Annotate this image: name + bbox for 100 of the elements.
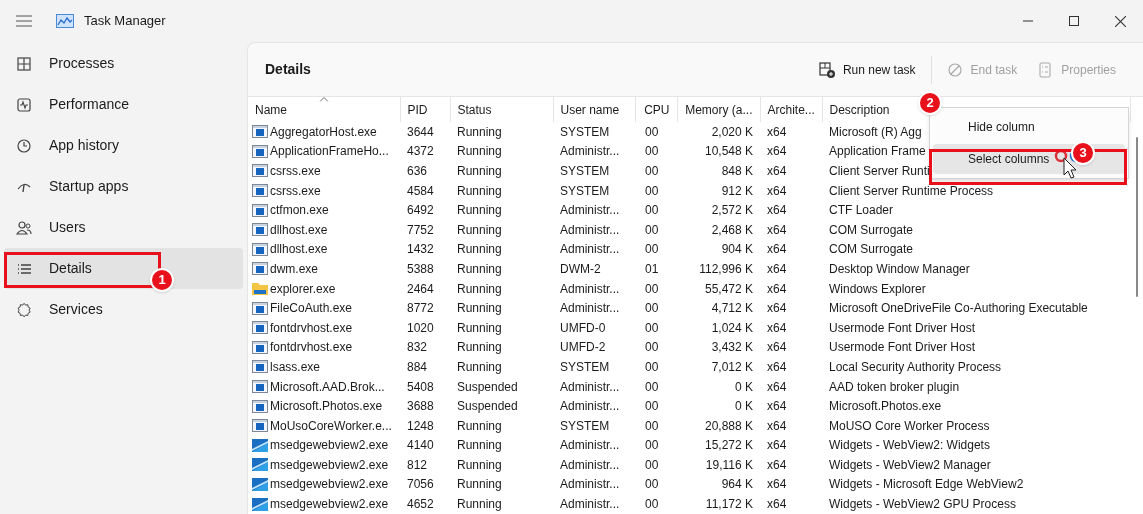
sidebar-item[interactable]: Users: [4, 207, 243, 248]
table-cell: 832: [407, 340, 428, 355]
process-name: explorer.exe: [270, 280, 336, 298]
column-header[interactable]: Memory (a...: [677, 97, 760, 122]
menu-icon[interactable]: [16, 15, 32, 27]
table-cell: 00: [645, 497, 659, 512]
grid-icon: [16, 55, 32, 72]
table-cell: 3,432 K: [711, 340, 753, 355]
table-cell: 00: [645, 477, 659, 492]
table-cell: Running: [457, 164, 502, 178]
process-name: dllhost.exe: [270, 221, 328, 239]
table-cell: Microsoft (R) Agg: [829, 124, 922, 139]
table-cell: 3644: [407, 124, 434, 139]
table-cell: x64: [767, 222, 787, 237]
table-cell: 00: [645, 418, 659, 433]
column-header[interactable]: CPU: [635, 97, 677, 122]
process-name: csrss.exe: [270, 182, 321, 200]
table-cell: x64: [767, 144, 787, 159]
table-cell: Running: [457, 418, 502, 433]
table-cell: 884: [407, 359, 428, 374]
table-cell: Running: [457, 457, 502, 472]
table-cell: 7056: [407, 477, 434, 492]
table-cell: Running: [457, 124, 502, 139]
window-app-icon: [252, 340, 268, 354]
table-cell: Administr...: [560, 144, 620, 159]
table-cell: 2464: [407, 281, 434, 296]
window-app-icon: [252, 262, 268, 276]
process-name: ctfmon.exe: [270, 202, 329, 220]
table-cell: 812: [407, 457, 428, 472]
process-name: dllhost.exe: [270, 241, 328, 259]
table-cell: SYSTEM: [560, 183, 610, 198]
table-cell: 00: [645, 320, 659, 335]
column-header[interactable]: Status: [450, 97, 553, 122]
table-cell: x64: [767, 301, 787, 316]
table-cell: 4,712 K: [711, 301, 753, 316]
table-cell: Client Server Runtime Process: [829, 183, 994, 198]
table-cell: 912 K: [721, 183, 753, 198]
table-cell: 10,548 K: [704, 144, 753, 159]
process-name: Microsoft.Photos.exe: [270, 398, 383, 416]
table-cell: Administr...: [560, 379, 620, 394]
table-cell: Running: [457, 340, 502, 355]
table-cell: 3688: [407, 399, 434, 414]
table-cell: Widgets - WebView2: Widgets: [829, 438, 990, 453]
table-cell: Administr...: [560, 477, 620, 492]
sidebar-item[interactable]: Processes: [4, 43, 243, 84]
column-header[interactable]: Archite...: [760, 97, 822, 122]
table-cell: x64: [767, 359, 787, 374]
sidebar-item[interactable]: Performance: [4, 84, 243, 125]
table-cell: Suspended: [457, 399, 518, 414]
table-cell: 20,888 K: [704, 418, 753, 433]
table-cell: 00: [645, 203, 659, 218]
column-header[interactable]: PID: [400, 97, 450, 122]
table-cell: 5408: [407, 379, 434, 394]
table-cell: SYSTEM: [560, 359, 610, 374]
toolbar-button[interactable]: Run new task: [808, 53, 926, 86]
table-cell: x64: [767, 281, 787, 296]
table-cell: 0 K: [735, 379, 753, 394]
process-name: fontdrvhost.exe: [270, 339, 353, 357]
table-cell: x64: [767, 477, 787, 492]
maximize-icon: [1069, 16, 1079, 26]
table-cell: Administr...: [560, 242, 620, 257]
table-cell: 00: [645, 340, 659, 355]
table-cell: 8772: [407, 301, 434, 316]
sidebar-item[interactable]: Services: [4, 289, 243, 330]
window-title: Task Manager: [84, 12, 166, 31]
table-cell: UMFD-2: [560, 340, 606, 355]
table-cell: Usermode Font Driver Host: [829, 340, 976, 355]
window-app-icon: [252, 223, 268, 237]
table-cell: 00: [645, 242, 659, 257]
process-name: AggregatorHost.exe: [270, 123, 377, 141]
table-cell: UMFD-0: [560, 320, 606, 335]
table-cell: Running: [457, 222, 502, 237]
column-header[interactable]: Name: [248, 97, 400, 122]
table-cell: SYSTEM: [560, 418, 610, 433]
table-cell: 636: [407, 164, 428, 178]
table-cell: Widgets - WebView2 GPU Process: [829, 497, 1016, 512]
webview-app-icon: [252, 497, 268, 511]
table-cell: Running: [457, 203, 502, 218]
process-name: fontdrvhost.exe: [270, 319, 353, 337]
window-app-icon: [252, 360, 268, 374]
table-cell: 1432: [407, 242, 434, 257]
table-cell: Suspended: [457, 379, 518, 394]
clock-icon: [16, 137, 32, 154]
sidebar-item[interactable]: App history: [4, 125, 243, 166]
table-cell: Administr...: [560, 457, 620, 472]
task-add-icon: [818, 61, 835, 78]
table-cell: Widgets - WebView2 Manager: [829, 457, 991, 472]
column-header[interactable]: User name: [553, 97, 635, 122]
sidebar-item[interactable]: Startup apps: [4, 166, 243, 207]
table-cell: MoUSO Core Worker Process: [829, 418, 990, 433]
properties-icon: [1037, 61, 1054, 78]
close-icon: [1114, 15, 1126, 27]
table-cell: SYSTEM: [560, 124, 610, 139]
table-cell: 1020: [407, 320, 434, 335]
table-cell: 19,116 K: [705, 457, 753, 472]
table-cell: 7,012 K: [711, 359, 753, 374]
table-cell: AAD token broker plugin: [829, 379, 960, 394]
table-cell: 11,172 K: [705, 497, 753, 512]
table-cell: x64: [767, 242, 787, 257]
process-name: FileCoAuth.exe: [270, 300, 353, 318]
